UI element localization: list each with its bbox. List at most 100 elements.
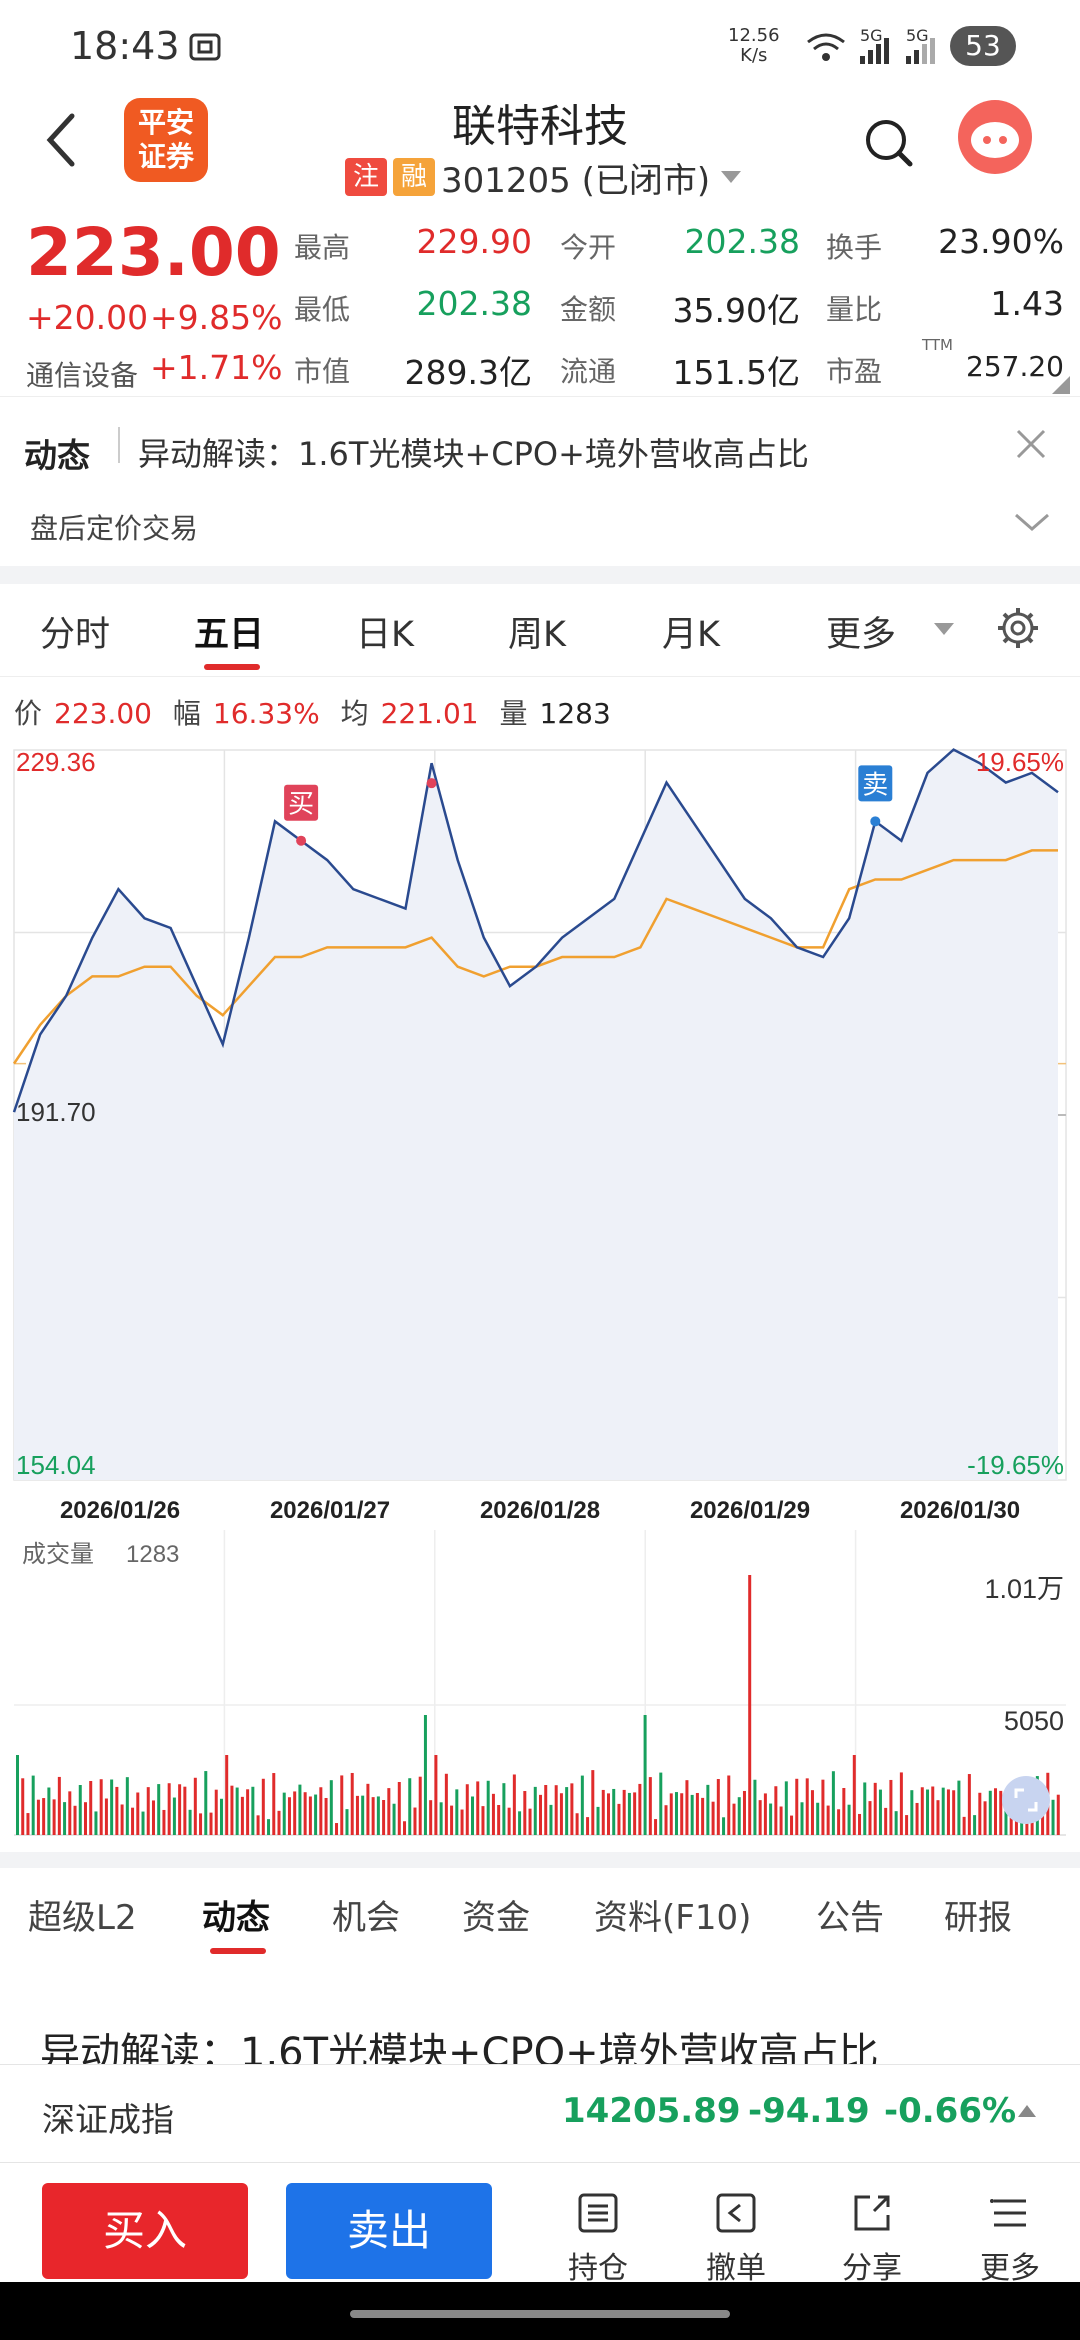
volume-bar bbox=[884, 1807, 888, 1835]
stock-code-row[interactable]: 注 融 301205 (已闭市) bbox=[345, 156, 744, 201]
sell-button[interactable]: 卖出 bbox=[286, 2183, 492, 2279]
sell-marker-2[interactable]: 卖 bbox=[858, 765, 893, 827]
home-indicator[interactable] bbox=[350, 2310, 730, 2318]
news-banner[interactable]: 动态 异动解读：1.6T光模块+CPO+境外营收高占比 盘后定价交易 bbox=[0, 396, 1080, 566]
tab-five-day[interactable]: 五日 bbox=[194, 606, 264, 657]
after-hours-trading[interactable]: 盘后定价交易 bbox=[30, 507, 198, 547]
cancel-order-button[interactable]: 撤单 bbox=[690, 2191, 782, 2287]
volume-bar bbox=[701, 1797, 705, 1835]
caret-down-icon bbox=[934, 623, 954, 635]
index-ticker[interactable]: 深证成指 14205.89 -94.19 -0.66% bbox=[0, 2064, 1080, 2160]
volume-max-label: 1.01万 bbox=[984, 1574, 1064, 1604]
detail-tab-indicator bbox=[210, 1948, 266, 1954]
tab-intraday[interactable]: 分时 bbox=[40, 606, 110, 657]
volume-bar bbox=[403, 1821, 407, 1835]
gear-icon[interactable] bbox=[996, 606, 1040, 650]
volume-bar bbox=[57, 1776, 61, 1835]
volume-bar bbox=[685, 1780, 689, 1835]
label-turnover: 换手 bbox=[826, 231, 883, 264]
more-button[interactable]: 更多 bbox=[964, 2191, 1056, 2287]
volume-bar bbox=[355, 1795, 359, 1835]
buy-button[interactable]: 买入 bbox=[42, 2183, 248, 2279]
label-pe: 市盈 bbox=[826, 355, 883, 388]
volume-bar bbox=[606, 1793, 610, 1835]
share-button[interactable]: 分享 bbox=[826, 2191, 918, 2287]
tab-opportunity[interactable]: 机会 bbox=[332, 1890, 400, 1939]
screenshot-icon bbox=[189, 33, 221, 61]
tab-announcements[interactable]: 公告 bbox=[816, 1890, 884, 1939]
volume-bar bbox=[774, 1786, 778, 1835]
corner-expand-icon[interactable] bbox=[1052, 376, 1070, 394]
volume-bar bbox=[601, 1789, 605, 1835]
fullscreen-icon[interactable] bbox=[1002, 1776, 1050, 1824]
volume-bar bbox=[502, 1783, 506, 1835]
assistant-avatar-icon[interactable] bbox=[956, 98, 1034, 176]
volume-bar bbox=[350, 1772, 354, 1835]
holdings-button[interactable]: 持仓 bbox=[552, 2191, 644, 2287]
five-day-chart[interactable]: 买买卖 229.36 191.70 154.04 19.65% -19.65% … bbox=[0, 740, 1080, 1850]
volume-bar bbox=[920, 1787, 924, 1835]
volume-bar bbox=[926, 1789, 930, 1835]
volume-bar bbox=[852, 1755, 856, 1835]
info-price: 223.00 bbox=[54, 697, 152, 730]
volume-bar bbox=[444, 1773, 448, 1835]
volume-bar bbox=[382, 1800, 386, 1835]
volume-bar bbox=[230, 1785, 234, 1835]
tab-news[interactable]: 动态 bbox=[202, 1890, 270, 1939]
volume-bar bbox=[471, 1796, 475, 1835]
tab-daily-k[interactable]: 日K bbox=[356, 606, 414, 657]
last-price: 223.00 bbox=[26, 214, 281, 291]
volume-bar bbox=[669, 1793, 673, 1835]
volume-bar bbox=[31, 1775, 35, 1835]
dropdown-caret-icon bbox=[721, 171, 742, 183]
volume-bar bbox=[847, 1804, 851, 1835]
volume-bar bbox=[376, 1796, 380, 1835]
tab-research[interactable]: 研报 bbox=[944, 1890, 1012, 1939]
volume-bar bbox=[256, 1815, 260, 1835]
volume-bar bbox=[240, 1796, 244, 1835]
battery-indicator: 53 bbox=[950, 26, 1016, 66]
volume-bar bbox=[345, 1809, 349, 1835]
tab-super-l2[interactable]: 超级L2 bbox=[28, 1890, 137, 1939]
section-separator bbox=[0, 566, 1080, 584]
volume-bar bbox=[889, 1779, 893, 1835]
chevron-down-icon[interactable] bbox=[1012, 509, 1052, 535]
value-volume-ratio: 1.43 bbox=[990, 284, 1064, 323]
quote-panel: 223.00 +20.00 +9.85% 通信设备 +1.71% 最高 229.… bbox=[0, 208, 1080, 396]
search-icon[interactable] bbox=[862, 116, 916, 170]
volume-bar bbox=[737, 1797, 741, 1835]
tab-f10[interactable]: 资料(F10) bbox=[594, 1890, 751, 1939]
value-low: 202.38 bbox=[416, 284, 532, 323]
system-nav-bar bbox=[0, 2282, 1080, 2340]
detail-tabs: 超级L2 动态 机会 资金 资料(F10) 公告 研报 bbox=[0, 1852, 1080, 1958]
tab-weekly-k[interactable]: 周K bbox=[508, 606, 566, 657]
signal-icon-2 bbox=[906, 38, 935, 64]
stock-code: 301205 (已闭市) bbox=[441, 160, 711, 201]
page-title: 联特科技 bbox=[452, 101, 628, 152]
news-preview[interactable]: 异动解读：1.6T光模块+CPO+境外营收高占比 bbox=[40, 2020, 1040, 2064]
index-change: -94.19 bbox=[748, 2091, 870, 2131]
x-label-2: 2026/01/27 bbox=[270, 1497, 390, 1524]
close-icon[interactable] bbox=[1014, 427, 1048, 461]
active-tab-indicator bbox=[204, 664, 260, 670]
tab-more[interactable]: 更多 bbox=[826, 606, 896, 657]
volume-bar bbox=[946, 1789, 950, 1835]
volume-bar bbox=[758, 1800, 762, 1835]
label-volume-ratio: 量比 bbox=[826, 293, 883, 326]
volume-bar bbox=[643, 1715, 647, 1835]
sector-name[interactable]: 通信设备 bbox=[26, 354, 138, 394]
volume-bar bbox=[68, 1791, 72, 1835]
volume-bar bbox=[167, 1783, 171, 1835]
volume-bar bbox=[706, 1784, 710, 1835]
volume-bar bbox=[575, 1813, 579, 1835]
volume-bar bbox=[371, 1797, 375, 1835]
news-headline[interactable]: 异动解读：1.6T光模块+CPO+境外营收高占比 bbox=[138, 429, 809, 475]
volume-bar bbox=[627, 1792, 631, 1835]
volume-bar bbox=[246, 1789, 250, 1835]
volume-bar bbox=[219, 1798, 223, 1835]
more-icon bbox=[990, 2199, 1026, 2227]
volume-bar bbox=[978, 1792, 982, 1835]
tab-funds[interactable]: 资金 bbox=[462, 1890, 530, 1939]
volume-bar bbox=[742, 1790, 746, 1835]
tab-monthly-k[interactable]: 月K bbox=[662, 606, 720, 657]
